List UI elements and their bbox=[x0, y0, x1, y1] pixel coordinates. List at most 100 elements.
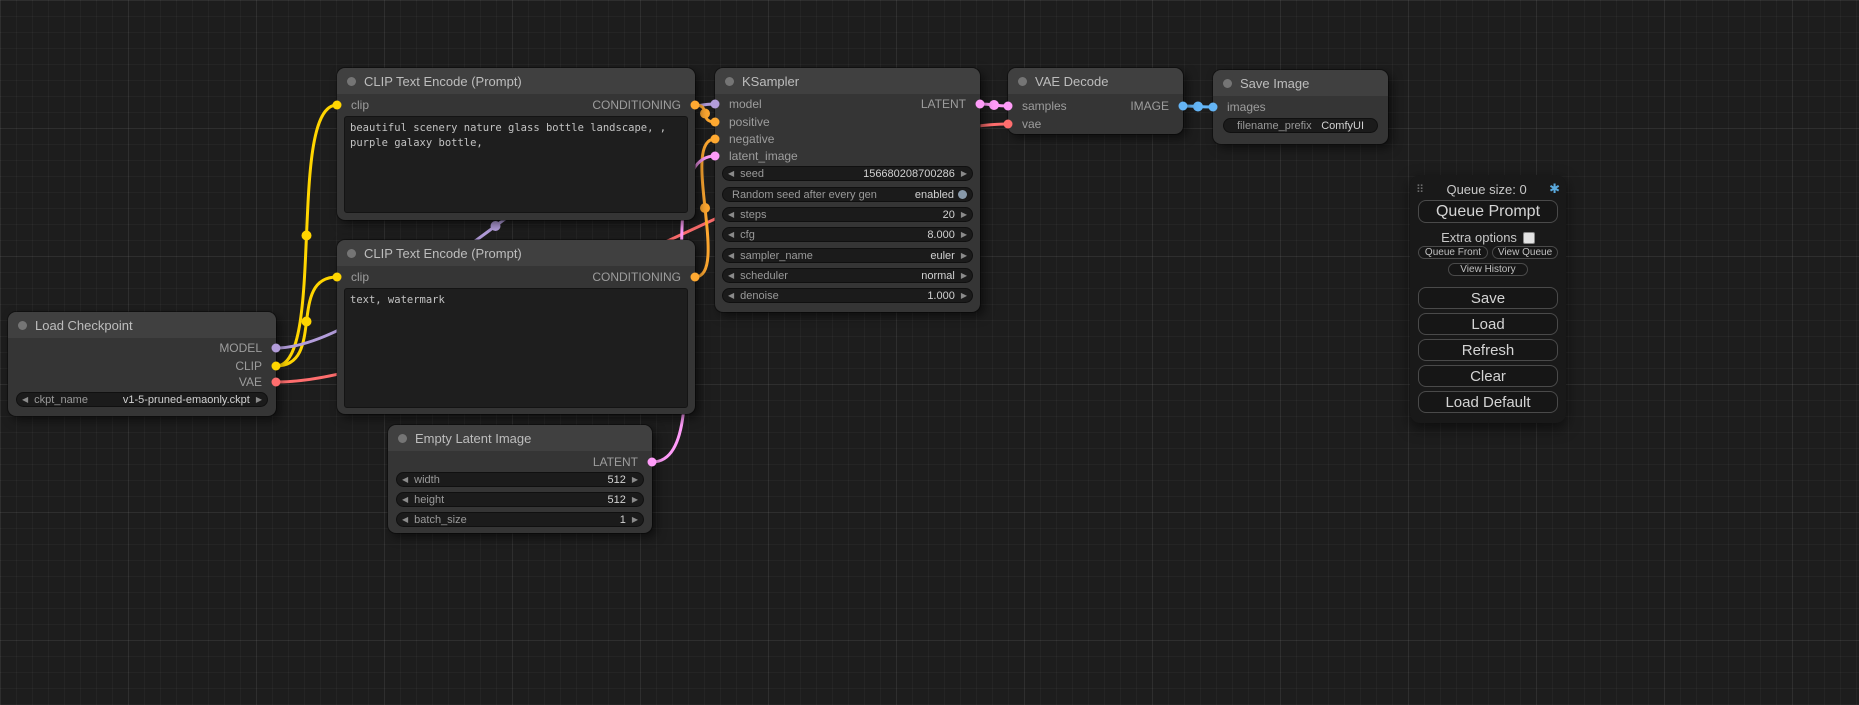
stepper-right-icon[interactable]: ▶ bbox=[632, 516, 638, 524]
node-titlebar[interactable]: Load Checkpoint bbox=[8, 312, 276, 338]
widget-scheduler[interactable]: ◀ scheduler normal ▶ bbox=[722, 268, 973, 283]
extra-options-label: Extra options bbox=[1441, 230, 1517, 245]
output-slot-conditioning[interactable] bbox=[691, 273, 700, 282]
node-titlebar[interactable]: Empty Latent Image bbox=[388, 425, 652, 451]
load-default-button[interactable]: Load Default bbox=[1418, 391, 1558, 413]
node-titlebar[interactable]: KSampler bbox=[715, 68, 980, 94]
stepper-right-icon[interactable]: ▶ bbox=[961, 170, 967, 178]
input-slot-positive[interactable] bbox=[711, 118, 720, 127]
stepper-right-icon[interactable]: ▶ bbox=[632, 496, 638, 504]
output-slot-latent[interactable] bbox=[976, 100, 985, 109]
node-clip-text-encode-positive[interactable]: CLIP Text Encode (Prompt) clip CONDITION… bbox=[337, 68, 695, 220]
refresh-button[interactable]: Refresh bbox=[1418, 339, 1558, 361]
stepper-left-icon[interactable]: ◀ bbox=[402, 496, 408, 504]
stepper-left-icon[interactable]: ◀ bbox=[728, 211, 734, 219]
widget-cfg[interactable]: ◀ cfg 8.000 ▶ bbox=[722, 227, 973, 242]
widget-value: enabled bbox=[915, 189, 954, 201]
widget-sampler-name[interactable]: ◀ sampler_name euler ▶ bbox=[722, 248, 973, 263]
toggle-dot-icon[interactable] bbox=[958, 190, 967, 199]
output-slot-vae[interactable] bbox=[272, 378, 281, 387]
node-titlebar[interactable]: VAE Decode bbox=[1008, 68, 1183, 94]
stepper-right-icon[interactable]: ▶ bbox=[961, 272, 967, 280]
stepper-left-icon[interactable]: ◀ bbox=[728, 170, 734, 178]
stepper-left-icon[interactable]: ◀ bbox=[728, 292, 734, 300]
input-label-positive: positive bbox=[729, 115, 770, 129]
node-vae-decode[interactable]: VAE Decode samples vae IMAGE bbox=[1008, 68, 1183, 134]
collapse-dot-icon[interactable] bbox=[1223, 79, 1232, 88]
stepper-right-icon[interactable]: ▶ bbox=[256, 396, 262, 404]
output-slot-latent[interactable] bbox=[648, 458, 657, 467]
node-ksampler[interactable]: KSampler model positive negative latent_… bbox=[715, 68, 980, 312]
collapse-dot-icon[interactable] bbox=[18, 321, 27, 330]
widget-random-seed-toggle[interactable]: Random seed after every gen enabled bbox=[722, 187, 973, 202]
output-slot-clip[interactable] bbox=[272, 362, 281, 371]
stepper-right-icon[interactable]: ▶ bbox=[632, 476, 638, 484]
node-load-checkpoint[interactable]: Load Checkpoint MODEL CLIP VAE ◀ ckpt_na… bbox=[8, 312, 276, 416]
input-slot-latent-image[interactable] bbox=[711, 152, 720, 161]
widget-steps[interactable]: ◀ steps 20 ▶ bbox=[722, 207, 973, 222]
queue-prompt-button[interactable]: Queue Prompt bbox=[1418, 200, 1558, 223]
input-label-images: images bbox=[1227, 100, 1266, 114]
widget-value: euler bbox=[930, 250, 954, 262]
stepper-left-icon[interactable]: ◀ bbox=[22, 396, 28, 404]
input-slot-images[interactable] bbox=[1209, 103, 1218, 112]
widget-seed[interactable]: ◀ seed 156680208700286 ▶ bbox=[722, 166, 973, 181]
widget-value: 8.000 bbox=[927, 229, 955, 241]
widget-value: ComfyUI bbox=[1321, 120, 1364, 132]
input-slot-negative[interactable] bbox=[711, 135, 720, 144]
clear-button[interactable]: Clear bbox=[1418, 365, 1558, 387]
stepper-right-icon[interactable]: ▶ bbox=[961, 292, 967, 300]
node-clip-text-encode-negative[interactable]: CLIP Text Encode (Prompt) clip CONDITION… bbox=[337, 240, 695, 414]
output-slot-conditioning[interactable] bbox=[691, 101, 700, 110]
output-label-conditioning: CONDITIONING bbox=[592, 98, 681, 112]
collapse-dot-icon[interactable] bbox=[347, 77, 356, 86]
output-slot-model[interactable] bbox=[272, 344, 281, 353]
queue-front-button[interactable]: Queue Front bbox=[1418, 246, 1488, 259]
node-titlebar[interactable]: CLIP Text Encode (Prompt) bbox=[337, 240, 695, 266]
stepper-left-icon[interactable]: ◀ bbox=[728, 252, 734, 260]
stepper-left-icon[interactable]: ◀ bbox=[402, 516, 408, 524]
settings-icon[interactable]: ✱ bbox=[1549, 181, 1560, 197]
collapse-dot-icon[interactable] bbox=[398, 434, 407, 443]
widget-width[interactable]: ◀ width 512 ▶ bbox=[396, 472, 644, 487]
graph-canvas[interactable]: Load Checkpoint MODEL CLIP VAE ◀ ckpt_na… bbox=[0, 0, 1859, 705]
node-titlebar[interactable]: CLIP Text Encode (Prompt) bbox=[337, 68, 695, 94]
wire-midpoint-dot bbox=[1193, 102, 1203, 112]
queue-size-label: Queue size: 0 bbox=[1424, 182, 1549, 197]
input-slot-model[interactable] bbox=[711, 100, 720, 109]
view-queue-button[interactable]: View Queue bbox=[1492, 246, 1558, 259]
stepper-left-icon[interactable]: ◀ bbox=[728, 231, 734, 239]
node-save-image[interactable]: Save Image images filename_prefix ComfyU… bbox=[1213, 70, 1388, 144]
input-slot-clip[interactable] bbox=[333, 101, 342, 110]
stepper-right-icon[interactable]: ▶ bbox=[961, 211, 967, 219]
save-button[interactable]: Save bbox=[1418, 287, 1558, 309]
output-slot-image[interactable] bbox=[1179, 102, 1188, 111]
stepper-left-icon[interactable]: ◀ bbox=[402, 476, 408, 484]
drag-handle-icon[interactable]: ⠿ bbox=[1416, 183, 1424, 196]
widget-batch-size[interactable]: ◀ batch_size 1 ▶ bbox=[396, 512, 644, 527]
input-slot-samples[interactable] bbox=[1004, 102, 1013, 111]
widget-ckpt-name[interactable]: ◀ ckpt_name v1-5-pruned-emaonly.ckpt ▶ bbox=[16, 392, 268, 407]
collapse-dot-icon[interactable] bbox=[1018, 77, 1027, 86]
widget-label: height bbox=[414, 494, 444, 506]
widget-height[interactable]: ◀ height 512 ▶ bbox=[396, 492, 644, 507]
view-history-button[interactable]: View History bbox=[1448, 263, 1528, 276]
collapse-dot-icon[interactable] bbox=[347, 249, 356, 258]
stepper-right-icon[interactable]: ▶ bbox=[961, 231, 967, 239]
wire-midpoint-dot bbox=[302, 231, 312, 241]
widget-label: Random seed after every gen bbox=[732, 189, 877, 201]
widget-label: denoise bbox=[740, 290, 779, 302]
node-titlebar[interactable]: Save Image bbox=[1213, 70, 1388, 96]
extra-options-checkbox[interactable] bbox=[1523, 232, 1535, 244]
widget-denoise[interactable]: ◀ denoise 1.000 ▶ bbox=[722, 288, 973, 303]
collapse-dot-icon[interactable] bbox=[725, 77, 734, 86]
negative-prompt-textarea[interactable]: text, watermark bbox=[344, 288, 688, 408]
stepper-left-icon[interactable]: ◀ bbox=[728, 272, 734, 280]
node-empty-latent-image[interactable]: Empty Latent Image LATENT ◀ width 512 ▶ … bbox=[388, 425, 652, 533]
load-button[interactable]: Load bbox=[1418, 313, 1558, 335]
widget-filename-prefix[interactable]: filename_prefix ComfyUI bbox=[1223, 118, 1378, 133]
input-slot-vae[interactable] bbox=[1004, 120, 1013, 129]
positive-prompt-textarea[interactable]: beautiful scenery nature glass bottle la… bbox=[344, 116, 688, 213]
stepper-right-icon[interactable]: ▶ bbox=[961, 252, 967, 260]
input-slot-clip[interactable] bbox=[333, 273, 342, 282]
